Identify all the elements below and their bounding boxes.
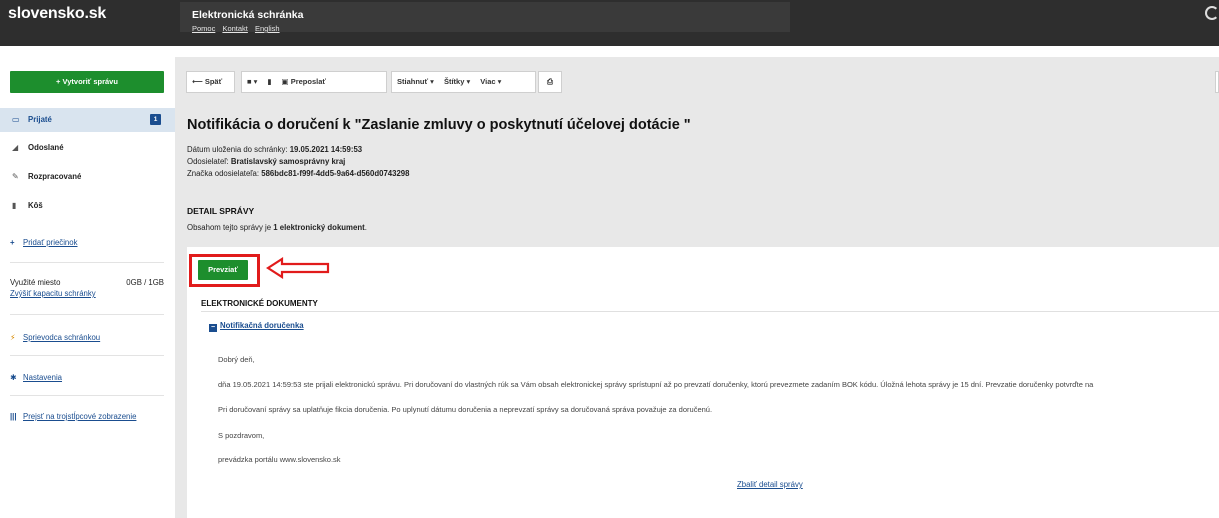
download-label: Stiahnuť [397,77,429,86]
plus-icon: + [10,238,15,247]
pencil-icon: ✎ [12,172,19,181]
sidebar-item-drafts[interactable]: ✎ Rozpracované [0,165,175,189]
sidebar: + Vytvoriť správu ▭ Prijaté 1 ◢ Odoslané… [0,57,175,518]
three-column-view-link[interactable]: ||| Prejsť na trojstĺpcové zobrazenie [10,412,136,421]
printer-icon: ⎙ [547,77,553,86]
contents-prefix: Obsahom tejto správy je [187,223,274,232]
gear-icon: ✱ [10,373,17,382]
columns-icon: ||| [10,412,17,421]
message-title: Notifikácia o doručení k "Zaslanie zmluv… [187,117,691,133]
sidebar-item-sent[interactable]: ◢ Odoslané [0,136,175,160]
magic-wand-icon: ⚡ [10,333,16,342]
collapse-minus-icon: − [209,324,217,332]
delete-button[interactable]: ▮ [262,72,276,92]
back-button[interactable]: ⟵ Späť [186,71,235,93]
doc-text-line: dňa 19.05.2021 14:59:53 ste prijali elek… [218,380,1094,389]
three-column-view-label[interactable]: Prejsť na trojstĺpcové zobrazenie [23,412,136,421]
unread-count-badge: 1 [150,114,161,125]
more-label: Viac [480,77,496,86]
message-detail-title: DETAIL SPRÁVY [187,206,255,216]
sidebar-item-label: Prijaté [28,115,52,124]
sender-mark-row: Značka odosielateľa: 586bdc81-f99f-4dd5-… [187,169,409,178]
documents-divider [201,311,1219,312]
send-icon: ◢ [12,143,19,152]
forward-button[interactable]: ▣ Preposlať [277,72,331,92]
sender-label: Odosielateľ: [187,157,229,166]
toolbar-right-button[interactable] [1215,71,1219,93]
header-links: Pomoc Kontakt English [192,24,285,33]
folder-move-button[interactable]: ■ ▾ [242,72,262,92]
toolbar-dropdowns-group: Stiahnuť ▾ Štítky ▾ Viac ▾ [391,71,536,93]
mailbox-guide-link[interactable]: ⚡ Sprievodca schránkou [10,333,100,342]
storage-date-value: 19.05.2021 14:59:53 [289,145,363,154]
more-dropdown[interactable]: Viac ▾ [475,72,506,92]
collapse-detail-link[interactable]: Zbaliť detail správy [737,480,803,489]
left-arrow-icon [266,257,330,279]
storage-date-row: Dátum uloženia do schránky: 19.05.2021 1… [187,145,362,154]
site-logo[interactable]: slovensko.sk [8,5,106,23]
documents-panel: Prevziať ELEKTRONICKÉ DOKUMENTY − Notifik… [187,247,1219,518]
sidebar-divider [10,355,164,356]
contents-value: 1 elektronický dokument [273,223,365,232]
message-view: ⟵ Späť ■ ▾ ▮ ▣ Preposlať Stiahnuť ▾ Štítky … [175,57,1219,518]
sender-mark-value: 586bdc81-f99f-4dd5-9a64-d560d0743298 [261,169,410,178]
inbox-icon: ▭ [12,115,20,124]
app-title: Elektronická schránka [192,9,304,21]
sidebar-item-trash[interactable]: ▮ Kôš [0,194,175,218]
sender-value: Bratislavský samosprávny kraj [230,157,346,166]
forward-icon: ▣ [281,77,289,86]
toolbar-actions-group: ■ ▾ ▮ ▣ Preposlať [241,71,387,93]
sidebar-divider [10,314,164,315]
trash-icon: ▮ [12,201,17,210]
download-dropdown[interactable]: Stiahnuť ▾ [392,72,439,92]
sidebar-divider [10,262,164,263]
user-menu-icon[interactable] [1205,6,1219,20]
collapse-detail-label[interactable]: Zbaliť detail správy [737,480,803,489]
storage-label: Využité miesto [10,278,61,287]
doc-text-line: S pozdravom, [218,431,265,440]
sender-row: Odosielateľ: Bratislavský samosprávny kr… [187,157,345,166]
storage-value: 0GB / 1GB [126,278,164,287]
trash-icon: ▮ [267,77,272,86]
sidebar-item-label: Kôš [28,201,43,210]
folder-icon: ■ [247,77,252,86]
sender-mark-label: Značka odosielateľa: [187,169,260,178]
sidebar-item-label: Rozpracované [28,172,82,181]
accept-button[interactable]: Prevziať [198,260,248,280]
chevron-down-icon: ▾ [253,77,258,86]
add-folder-link[interactable]: + Pridať priečinok [10,238,78,247]
new-message-button[interactable]: + Vytvoriť správu [10,71,164,93]
document-toggle[interactable]: − Notifikačná doručenka [209,321,304,332]
increase-capacity-link[interactable]: Zvýšiť kapacitu schránky [10,289,164,298]
forward-label: Preposlať [290,77,326,86]
english-link[interactable]: English [255,24,280,33]
sidebar-item-label: Odoslané [28,143,64,152]
contents-suffix: . [364,223,367,232]
doc-text-line: Dobrý deň, [218,355,255,364]
sidebar-divider [10,395,164,396]
storage-date-label: Dátum uloženia do schránky: [187,145,288,154]
top-header: slovensko.sk Elektronická schránka Pomoc… [0,0,1219,46]
add-folder-label[interactable]: Pridať priečinok [23,238,78,247]
settings-label[interactable]: Nastavenia [23,373,62,382]
doc-text-line: Pri doručovaní správy sa uplatňuje fikci… [218,405,713,414]
settings-link[interactable]: ✱ Nastavenia [10,373,62,382]
storage-info: Využité miesto 0GB / 1GB Zvýšiť kapacitu… [10,278,164,298]
electronic-documents-title: ELEKTRONICKÉ DOKUMENTY [201,299,318,308]
print-button[interactable]: ⎙ [538,71,562,93]
tags-label: Štítky [443,77,465,86]
tags-dropdown[interactable]: Štítky ▾ [439,72,475,92]
back-label: ⟵ Späť [192,77,223,86]
document-name-link[interactable]: Notifikačná doručenka [220,321,304,330]
message-contents-summary: Obsahom tejto správy je 1 elektronický d… [187,223,367,232]
flag-stripes [0,46,1219,61]
sidebar-item-inbox[interactable]: ▭ Prijaté 1 [0,108,175,132]
doc-text-line: prevádzka portálu www.slovensko.sk [218,455,341,464]
mailbox-guide-label[interactable]: Sprievodca schránkou [23,333,100,342]
help-link[interactable]: Pomoc [192,24,215,33]
contact-link[interactable]: Kontakt [222,24,247,33]
